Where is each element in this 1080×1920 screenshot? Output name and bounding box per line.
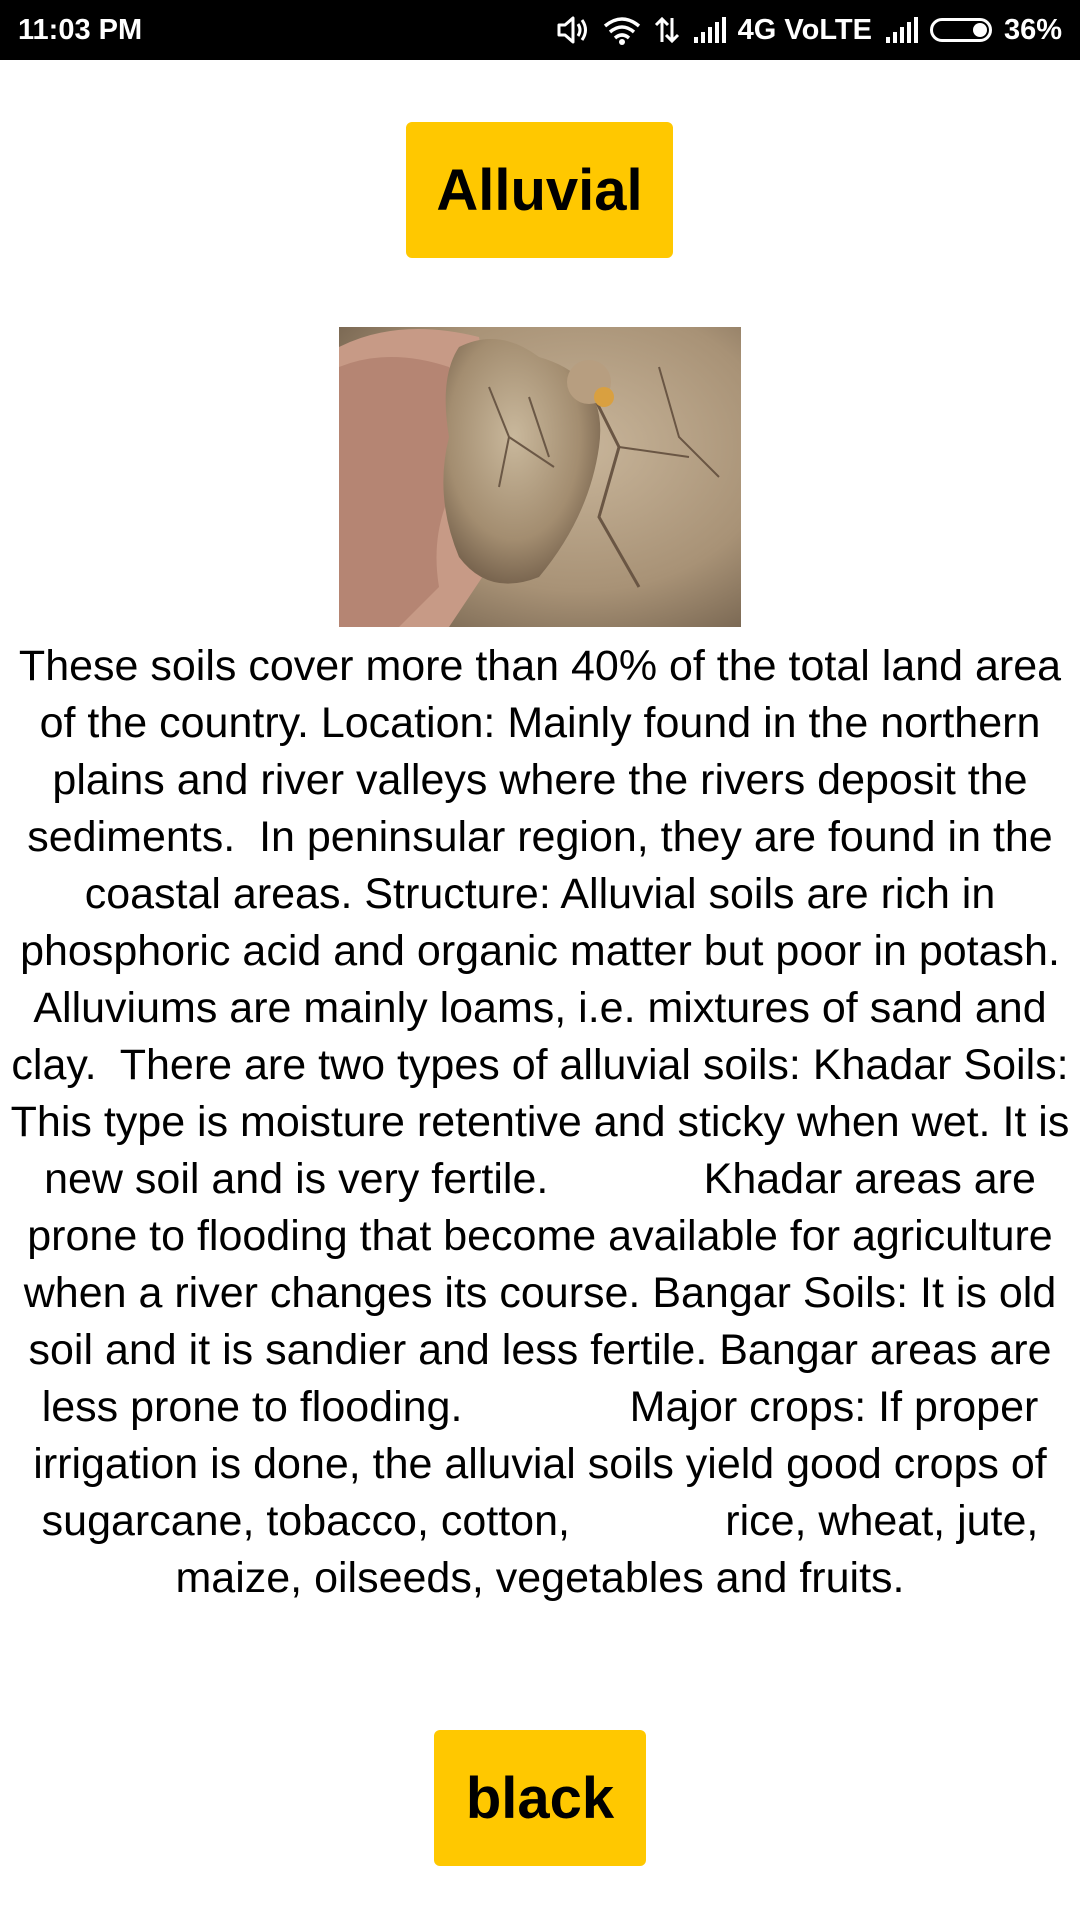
data-transfer-icon bbox=[654, 15, 680, 45]
battery-icon bbox=[929, 18, 992, 42]
soil-photo bbox=[339, 327, 741, 627]
status-time: 11:03 PM bbox=[18, 13, 143, 46]
title-button[interactable]: Alluvial bbox=[406, 122, 673, 258]
wifi-icon bbox=[602, 15, 642, 45]
signal-icon bbox=[884, 15, 918, 45]
network-type: 4G VoLTE bbox=[737, 13, 872, 46]
battery-percentage: 36% bbox=[1003, 13, 1062, 46]
status-icons: 4G VoLTE 36% bbox=[556, 14, 1062, 47]
next-button[interactable]: black bbox=[434, 1730, 646, 1866]
status-bar: 11:03 PM 4G VoLTE 36% bbox=[0, 0, 1080, 60]
signal-icon bbox=[692, 15, 726, 45]
soil-description: These soils cover more than 40% of the t… bbox=[10, 642, 1070, 1602]
volume-icon bbox=[556, 15, 590, 45]
